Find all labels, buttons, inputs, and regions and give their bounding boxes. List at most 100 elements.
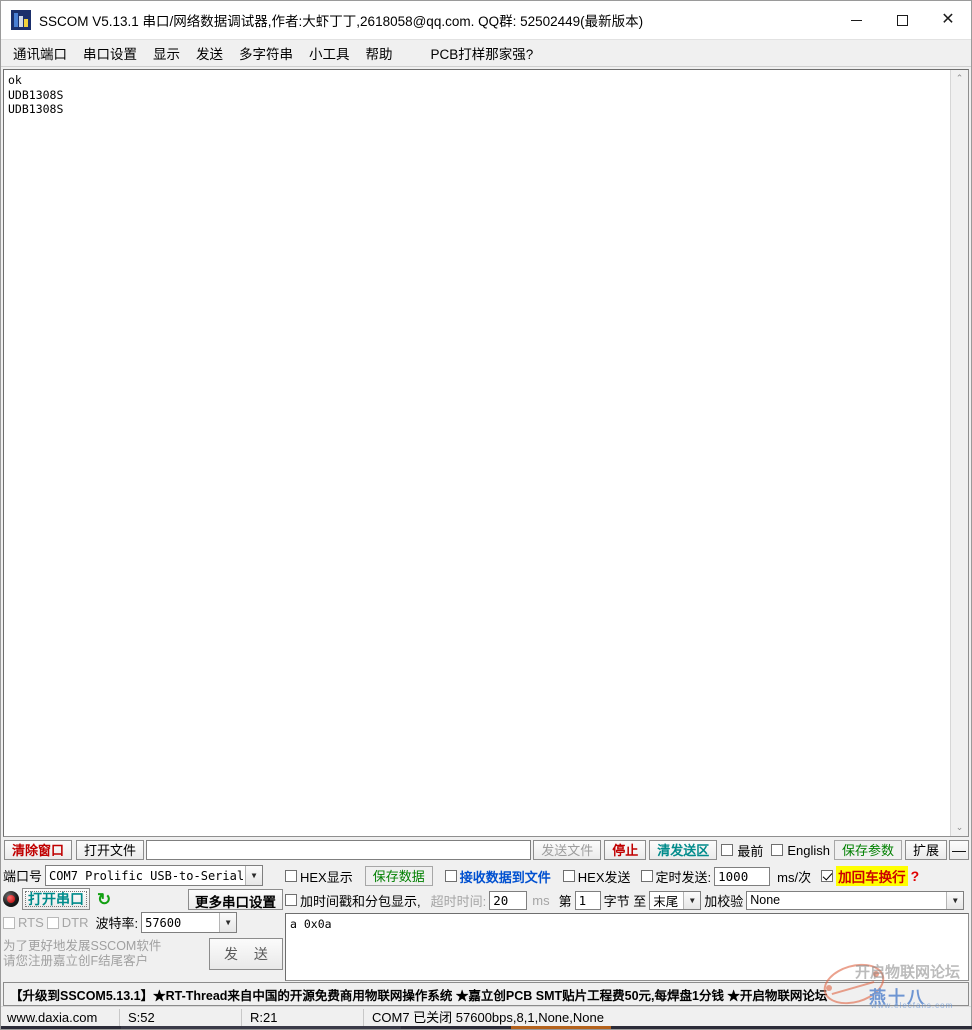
recv-options-row-1: HEX显示 保存数据 接收数据到文件 HEX发送 定时发送: ms/次 加回车换… <box>285 864 969 888</box>
timestamp-label: 加时间戳和分包显示, <box>300 893 421 909</box>
port-value: COM7 Prolific USB-to-Serial <box>49 868 245 883</box>
status-website[interactable]: www.daxia.com <box>5 1009 119 1027</box>
minimize-button[interactable] <box>833 1 879 39</box>
receive-text[interactable]: ok UDB1308S UDB1308S <box>4 70 950 836</box>
checksum-label: 加校验 <box>704 893 744 909</box>
extend-button[interactable]: 扩展 <box>904 840 947 860</box>
port-select[interactable]: COM7 Prolific USB-to-Serial ▼ <box>45 865 264 886</box>
timeout-input[interactable] <box>489 890 528 910</box>
english-checkbox[interactable] <box>771 844 784 856</box>
menu-display[interactable]: 显示 <box>145 41 188 65</box>
checksum-value: None <box>750 893 781 907</box>
crlf-checkbox[interactable] <box>821 870 834 882</box>
options-panel: HEX显示 保存数据 接收数据到文件 HEX发送 定时发送: ms/次 加回车换… <box>285 864 969 981</box>
register-notice-text: 为了更好地发展SSCOM软件 请您注册嘉立创F结尾客户 <box>3 939 162 968</box>
chevron-down-icon[interactable]: ▼ <box>245 866 263 885</box>
marquee-text: 【升级到SSCOM5.13.1】★RT-Thread来自中国的开源免费商用物联网… <box>10 988 828 1003</box>
taskbar-strip <box>1 1026 972 1029</box>
hex-send-checkbox[interactable] <box>562 870 575 882</box>
recv-options-row-2: 加时间戳和分包显示, 超时时间: ms 第 字节 至 末尾 ▼ 加校验 None… <box>285 888 969 912</box>
clear-send-button[interactable]: 清发送区 <box>649 840 718 860</box>
english-checkbox-group[interactable]: English <box>771 843 830 858</box>
collapse-button[interactable]: — <box>949 840 969 860</box>
clear-window-button[interactable]: 清除窗口 <box>4 840 73 860</box>
hex-send-label: HEX发送 <box>577 869 631 885</box>
chevron-down-icon[interactable]: ▼ <box>683 891 701 909</box>
send-file-button[interactable]: 发送文件 <box>533 840 602 860</box>
topmost-label: 最前 <box>737 843 764 859</box>
more-settings-button[interactable]: 更多串口设置 <box>188 888 283 910</box>
open-file-button[interactable]: 打开文件 <box>76 840 145 860</box>
dtr-checkbox[interactable] <box>46 916 59 929</box>
refresh-icon[interactable]: ↻ <box>97 891 111 908</box>
window-title: SSCOM V5.13.1 串口/网络数据调试器,作者:大虾丁丁,2618058… <box>39 14 644 29</box>
recv-to-file-checkbox[interactable] <box>444 870 457 882</box>
menu-bar: 通讯端口 串口设置 显示 发送 多字符串 小工具 帮助 PCB打样那家强? <box>1 40 971 67</box>
timed-send-label: 定时发送: <box>655 869 712 885</box>
close-icon: ✕ <box>941 11 955 28</box>
menu-help[interactable]: 帮助 <box>358 41 401 65</box>
close-button[interactable]: ✕ <box>925 1 971 39</box>
checksum-select[interactable]: None ▼ <box>746 890 965 910</box>
interval-input[interactable] <box>714 866 771 886</box>
help-icon[interactable]: ? <box>911 868 920 884</box>
menu-serial-settings[interactable]: 串口设置 <box>75 41 145 65</box>
status-sent-count: S:52 <box>119 1009 241 1027</box>
receive-scrollbar[interactable]: ⌃ ⌄ <box>950 70 968 836</box>
timestamp-checkbox[interactable] <box>285 894 297 906</box>
menu-comm-port[interactable]: 通讯端口 <box>5 41 75 65</box>
file-path-input[interactable] <box>146 840 532 860</box>
baud-value: 57600 <box>145 915 182 930</box>
save-params-button[interactable]: 保存参数 <box>833 840 902 860</box>
recv-to-file-label[interactable]: 接收数据到文件 <box>460 867 551 886</box>
menu-multi-string[interactable]: 多字符串 <box>231 41 301 65</box>
receive-area[interactable]: ok UDB1308S UDB1308S ⌃ ⌄ <box>3 69 969 837</box>
open-port-row: 打开串口 ↻ 更多串口设置 <box>3 888 283 910</box>
topmost-checkbox[interactable] <box>721 844 734 856</box>
open-port-label: 打开串口 <box>28 891 84 907</box>
scroll-up-icon[interactable]: ⌃ <box>951 70 968 87</box>
sscom-app-icon <box>11 10 31 30</box>
port-row: 端口号 COM7 Prolific USB-to-Serial ▼ <box>3 865 283 886</box>
byte-index-input[interactable] <box>574 890 601 910</box>
send-file-bar: 清除窗口 打开文件 发送文件 停止 清发送区 最前 English 保存参数 扩… <box>1 837 971 863</box>
port-settings-panel: 端口号 COM7 Prolific USB-to-Serial ▼ 打开串口 ↻… <box>3 864 283 981</box>
topmost-checkbox-group[interactable]: 最前 <box>721 841 763 860</box>
send-button[interactable]: 发 送 <box>209 938 283 970</box>
byte-end-select[interactable]: 末尾 ▼ <box>649 890 702 910</box>
baud-label: 波特率: <box>95 916 139 931</box>
status-received-count: R:21 <box>241 1009 363 1027</box>
scroll-down-icon[interactable]: ⌄ <box>951 819 968 836</box>
open-port-button[interactable]: 打开串口 <box>22 888 90 910</box>
hex-display-checkbox[interactable] <box>285 870 297 882</box>
menu-pcb-ad[interactable]: PCB打样那家强? <box>423 41 542 65</box>
title-bar: SSCOM V5.13.1 串口/网络数据调试器,作者:大虾丁丁,2618058… <box>1 1 971 40</box>
hex-display-label: HEX显示 <box>300 869 353 885</box>
byte-end-value: 末尾 <box>653 894 679 909</box>
baud-select[interactable]: 57600 ▼ <box>141 912 238 933</box>
status-led <box>3 891 19 907</box>
register-notice-box: 为了更好地发展SSCOM软件 请您注册嘉立创F结尾客户 发 送 <box>3 938 283 970</box>
status-connection: COM7 已关闭 57600bps,8,1,None,None <box>363 1009 604 1027</box>
window-controls: ✕ <box>833 1 971 39</box>
byte-mid-label: 字节 至 <box>603 893 647 909</box>
rts-checkbox[interactable] <box>3 916 15 929</box>
stop-button[interactable]: 停止 <box>604 840 647 860</box>
marquee-banner[interactable]: 【升级到SSCOM5.13.1】★RT-Thread来自中国的开源免费商用物联网… <box>3 982 969 1006</box>
send-text-area[interactable]: a 0x0a <box>285 913 969 981</box>
timeout-label: 超时时间: <box>430 893 487 909</box>
interval-unit-label: ms/次 <box>777 869 812 885</box>
rts-label: RTS <box>18 915 44 930</box>
chevron-down-icon[interactable]: ▼ <box>219 913 237 932</box>
sscom-window: SSCOM V5.13.1 串口/网络数据调试器,作者:大虾丁丁,2618058… <box>0 0 972 1030</box>
maximize-button[interactable] <box>879 1 925 39</box>
english-label: English <box>787 842 830 858</box>
dtr-label: DTR <box>61 915 89 930</box>
port-label: 端口号 <box>3 869 43 884</box>
timed-send-checkbox[interactable] <box>640 870 653 882</box>
save-data-button[interactable]: 保存数据 <box>364 866 433 886</box>
byte-prefix-label: 第 <box>558 893 572 909</box>
menu-tools[interactable]: 小工具 <box>301 41 358 65</box>
menu-send[interactable]: 发送 <box>188 41 231 65</box>
chevron-down-icon[interactable]: ▼ <box>946 891 964 909</box>
